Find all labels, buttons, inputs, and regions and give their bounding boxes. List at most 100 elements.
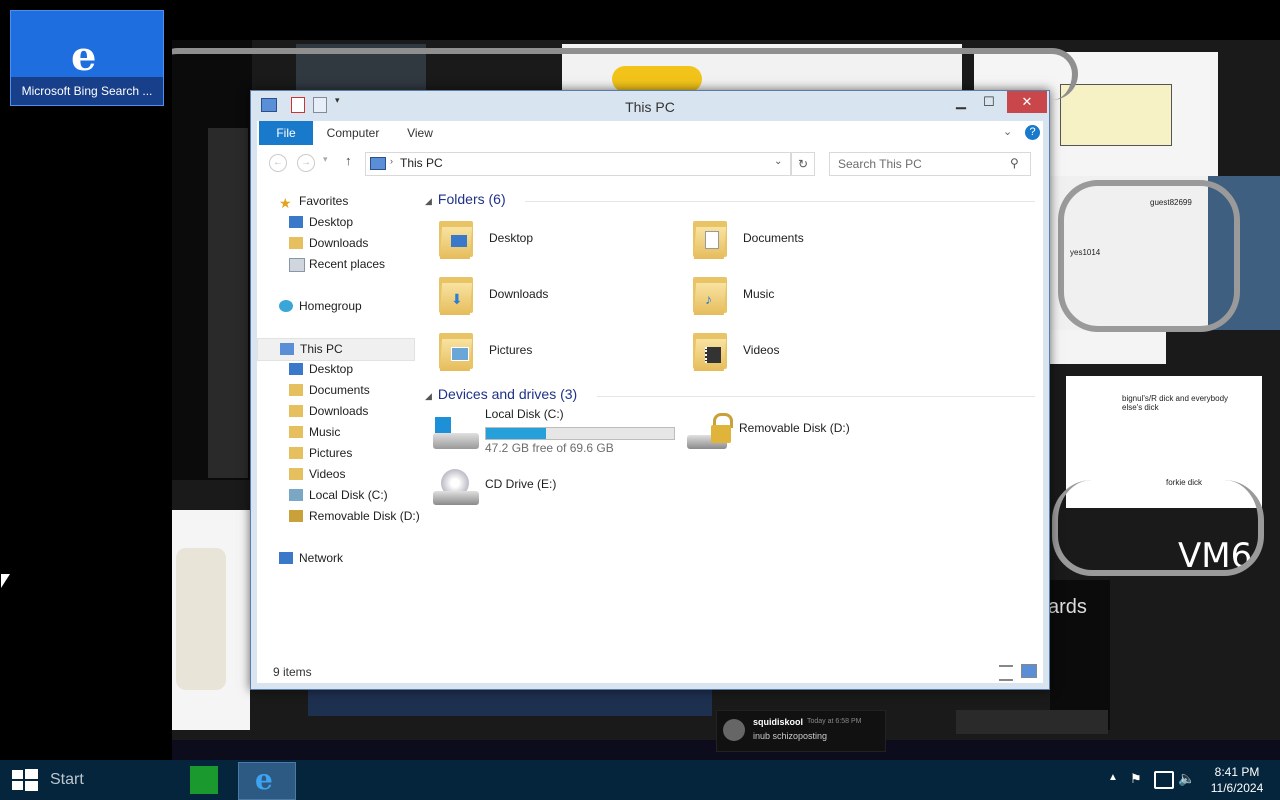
folder-label: Documents: [743, 231, 804, 245]
volume-icon[interactable]: 🔈: [1178, 770, 1195, 787]
disk-free-space: 47.2 GB free of 69.6 GB: [485, 441, 614, 455]
back-arrow-icon[interactable]: ←: [269, 154, 287, 172]
drive-cd-e[interactable]: CD Drive (E:): [433, 463, 683, 519]
search-input[interactable]: Search This PC ⚲: [829, 152, 1031, 176]
up-arrow-icon[interactable]: ↑: [345, 153, 352, 168]
nav-label: Favorites: [299, 194, 349, 208]
forward-arrow-icon[interactable]: →: [297, 154, 315, 172]
internet-explorer-icon: e: [255, 763, 273, 796]
network-icon: [279, 552, 293, 564]
nav-label: Desktop: [309, 362, 354, 376]
folder-label: Music: [743, 287, 775, 301]
help-icon[interactable]: ?: [1025, 125, 1040, 140]
address-bar[interactable]: › This PC ⌄: [365, 152, 791, 176]
file-explorer-window: ▾ This PC ▁ ☐ ✕ File Computer View ⌄ ? ←…: [250, 90, 1050, 690]
recent-places-icon: [289, 258, 305, 272]
nav-homegroup[interactable]: Homegroup: [257, 296, 415, 317]
tab-file[interactable]: File: [259, 121, 313, 145]
maximize-button[interactable]: ☐: [975, 91, 1003, 113]
expand-ribbon-chevron-icon[interactable]: ⌄: [1003, 125, 1012, 138]
bing-search-tile[interactable]: e Microsoft Bing Search ...: [10, 10, 164, 106]
collapse-triangle-icon: ◢: [425, 196, 432, 206]
chat-username: squidiskool: [753, 717, 804, 727]
wallpaper-panel: [308, 688, 712, 716]
nav-label: This PC: [300, 342, 343, 356]
note-text: bignul's/R dick and everybody else's dic…: [1122, 394, 1229, 412]
nav-label: Desktop: [309, 215, 354, 229]
title-bar[interactable]: ▾ This PC ▁ ☐ ✕: [251, 91, 1049, 121]
search-icon[interactable]: ⚲: [1010, 156, 1019, 170]
nav-pc-removable-disk[interactable]: Removable Disk (D:): [257, 506, 420, 527]
address-dropdown-icon[interactable]: ⌄: [774, 156, 782, 167]
nav-label: Local Disk (C:): [309, 488, 388, 502]
drive-removable-disk-d[interactable]: Removable Disk (D:): [687, 407, 937, 463]
desktop-icon: [289, 216, 303, 228]
wallpaper-panel: [956, 710, 1108, 734]
nav-this-pc[interactable]: This PC: [257, 338, 415, 361]
nav-label: Removable Disk (D:): [309, 509, 420, 523]
folders-group-header[interactable]: ◢ Folders (6): [425, 191, 1035, 207]
folder-documents[interactable]: Documents: [691, 215, 931, 263]
drive-local-disk-c[interactable]: Local Disk (C:) 47.2 GB free of 69.6 GB: [433, 407, 683, 463]
large-icons-view-icon[interactable]: [1021, 664, 1037, 678]
devices-group-header[interactable]: ◢ Devices and drives (3): [425, 386, 1035, 402]
breadcrumb-separator-icon[interactable]: ›: [390, 156, 393, 166]
bing-tile-label: Microsoft Bing Search ...: [11, 77, 163, 105]
documents-folder-icon: [289, 384, 303, 396]
videos-folder-icon: [289, 468, 303, 480]
nav-pc-music[interactable]: Music: [257, 422, 415, 443]
star-icon: ★: [279, 195, 292, 211]
cd-drive-icon: [433, 469, 479, 509]
nav-pc-pictures[interactable]: Pictures: [257, 443, 415, 464]
nav-label: Network: [299, 551, 344, 565]
folder-videos[interactable]: Videos: [691, 327, 931, 375]
close-button[interactable]: ✕: [1007, 91, 1047, 113]
details-view-icon[interactable]: [999, 665, 1013, 681]
tab-computer[interactable]: Computer: [321, 121, 385, 145]
show-hidden-icons-icon[interactable]: ▲: [1108, 772, 1118, 783]
start-button[interactable]: Start: [0, 760, 100, 800]
taskbar: Start e ▲ ⚑ 🔈 8:41 PM 11/6/2024: [0, 760, 1280, 800]
breadcrumb-this-pc[interactable]: This PC: [400, 156, 443, 170]
folder-pictures[interactable]: Pictures: [437, 327, 677, 375]
nav-pc-downloads[interactable]: Downloads: [257, 401, 415, 422]
tab-view[interactable]: View: [397, 121, 443, 145]
nav-pc-local-disk[interactable]: Local Disk (C:): [257, 485, 415, 506]
nav-fav-downloads[interactable]: Downloads: [257, 233, 415, 254]
window-title: This PC: [625, 99, 675, 115]
folder-desktop[interactable]: Desktop: [437, 215, 677, 263]
store-app-button[interactable]: [176, 762, 232, 798]
chat-time: Today at 6:58 PM: [807, 718, 862, 725]
flag-icon[interactable]: ⚑: [1130, 771, 1142, 787]
drive-label: CD Drive (E:): [485, 477, 557, 491]
wallpaper-note: [1060, 84, 1172, 146]
folder-downloads[interactable]: ⬇ Downloads: [437, 271, 677, 319]
refresh-icon[interactable]: ↻: [791, 152, 815, 176]
network-status-icon[interactable]: [1154, 771, 1174, 789]
nav-fav-desktop[interactable]: Desktop: [257, 212, 415, 233]
nav-network[interactable]: Network: [257, 548, 415, 569]
nav-label: Videos: [309, 467, 346, 481]
nav-pc-videos[interactable]: Videos: [257, 464, 415, 485]
recent-locations-chevron-icon[interactable]: ▾: [323, 154, 328, 165]
address-row: ← → ▾ ↑ › This PC ⌄ ↻ Search This PC ⚲: [257, 145, 1043, 181]
folder-label: Pictures: [489, 343, 533, 357]
nav-pc-desktop[interactable]: Desktop: [257, 359, 415, 380]
nav-label: Documents: [309, 383, 370, 397]
system-clock[interactable]: 8:41 PM 11/6/2024: [1202, 764, 1272, 796]
nav-pc-documents[interactable]: Documents: [257, 380, 415, 401]
disk-usage-fill: [486, 428, 547, 439]
item-count: 9 items: [273, 665, 312, 679]
minimize-button[interactable]: ▁: [947, 91, 975, 113]
local-disk-icon: [433, 413, 479, 453]
nav-favorites[interactable]: ★ Favorites: [257, 191, 415, 212]
nav-label: Pictures: [309, 446, 353, 460]
nav-fav-recent[interactable]: Recent places: [257, 254, 415, 275]
wallpaper-chat-notification: squidiskool Today at 6:58 PM inub schizo…: [716, 710, 886, 752]
internet-explorer-app-button[interactable]: e: [238, 762, 296, 800]
search-placeholder: Search This PC: [838, 157, 922, 171]
folder-music[interactable]: ♪ Music: [691, 271, 931, 319]
store-icon: [190, 766, 218, 794]
nav-label: Recent places: [309, 257, 386, 271]
folder-label: Videos: [743, 343, 780, 357]
